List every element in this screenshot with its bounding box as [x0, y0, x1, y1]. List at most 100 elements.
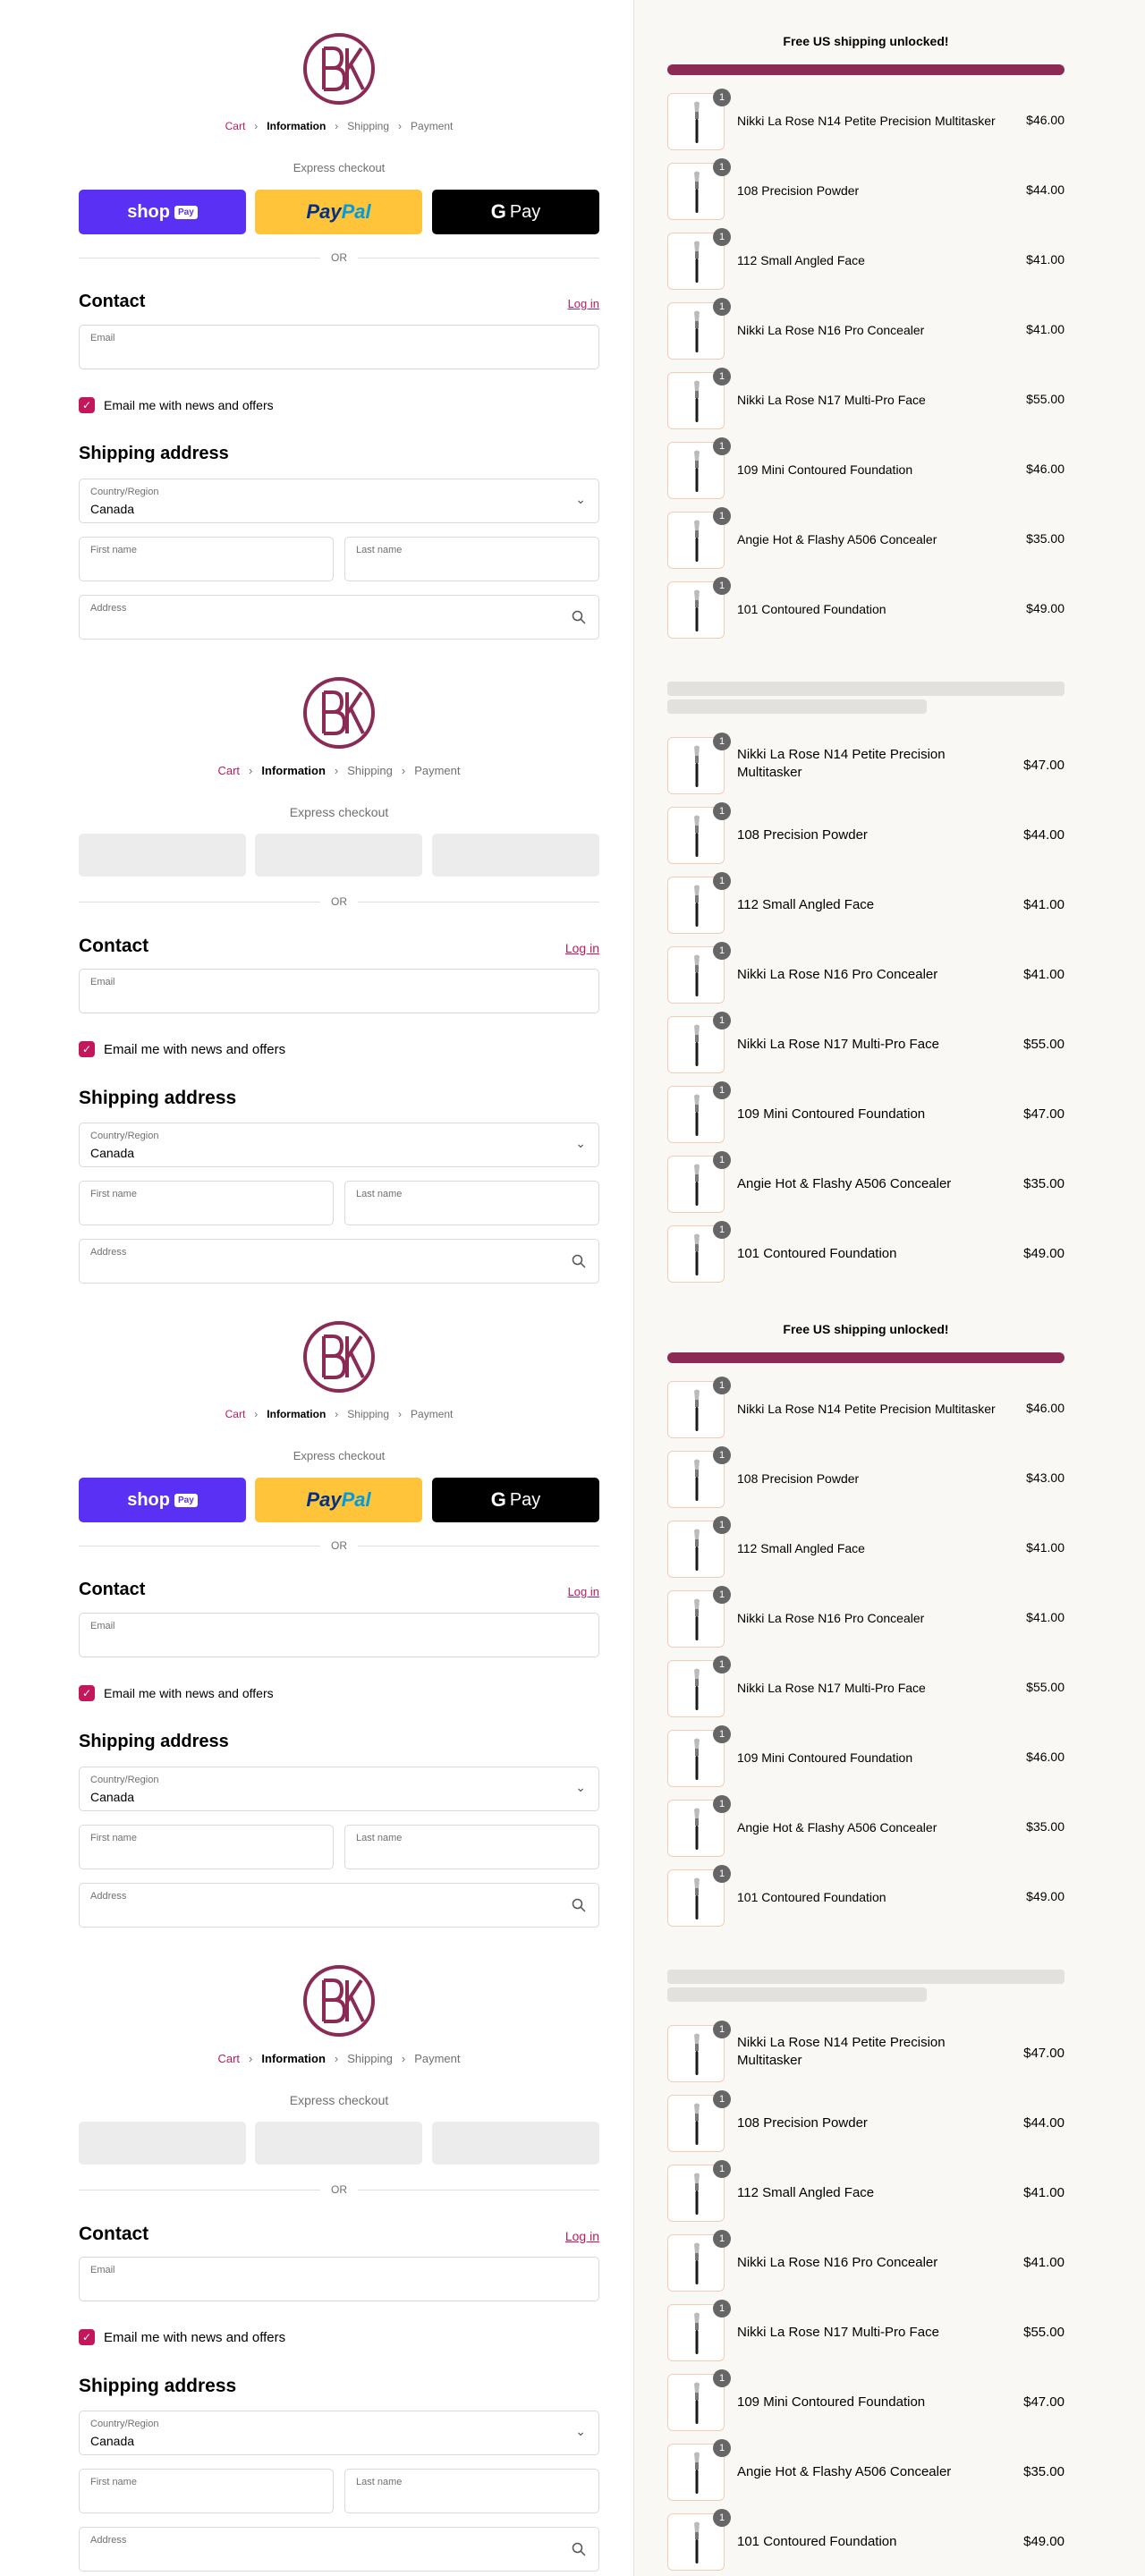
first-name-field[interactable]: First name [79, 537, 334, 581]
google-pay-button[interactable]: G Pay [432, 1478, 599, 1522]
search-icon[interactable] [572, 1898, 586, 1912]
breadcrumb-cart[interactable]: Cart [217, 2052, 240, 2065]
search-icon[interactable] [572, 2542, 586, 2556]
breadcrumb-cart[interactable]: Cart [225, 1408, 246, 1420]
newsletter-checkbox-row[interactable]: ✓ Email me with news and offers [79, 1685, 274, 1701]
product-name: Nikki La Rose N17 Multi-Pro Face [737, 1037, 939, 1052]
address-field[interactable]: Address [79, 1883, 599, 1928]
line-item: 1 109 Mini Contoured Foundation $47.00 [667, 2369, 1064, 2431]
line-item: 1 101 Contoured Foundation $49.00 [667, 1221, 1064, 1283]
country-select[interactable]: Country/Region Canada ⌄ [79, 1123, 599, 1167]
email-label: Email [90, 977, 115, 987]
product-thumbnail: 1 [667, 1586, 731, 1648]
email-field[interactable]: Email [79, 1613, 599, 1657]
paypal-button[interactable]: Pay Pal [255, 190, 422, 234]
quantity-badge: 1 [713, 1516, 731, 1534]
makeup-brush-icon [694, 1024, 700, 1066]
newsletter-checkbox-row[interactable]: ✓ Email me with news and offers [79, 397, 274, 413]
checkbox-checked-icon[interactable]: ✓ [79, 1041, 95, 1057]
makeup-brush-icon [694, 1738, 700, 1780]
product-name: 101 Contoured Foundation [737, 602, 886, 616]
shop-pay-button[interactable]: shop Pay [79, 1478, 246, 1522]
product-price: $41.00 [1026, 322, 1064, 336]
paypal-button[interactable]: Pay Pal [255, 1478, 422, 1522]
or-divider: OR [79, 251, 599, 264]
first-name-field[interactable]: First name [79, 2469, 334, 2513]
newsletter-checkbox-row[interactable]: ✓ Email me with news and offers [79, 2329, 285, 2345]
product-name: 101 Contoured Foundation [737, 2534, 897, 2549]
line-item: 1 Nikki La Rose N14 Petite Precision Mul… [667, 89, 1064, 150]
loading-placeholder [667, 1970, 1064, 1984]
bk-logo [303, 677, 375, 749]
shop-pay-badge: Pay [174, 205, 198, 219]
order-summary: 1 Nikki La Rose N14 Petite Precision Mul… [667, 644, 1064, 1288]
line-item: 1 Nikki La Rose N17 Multi-Pro Face $55.0… [667, 1012, 1064, 1073]
address-label: Address [90, 1891, 127, 1902]
line-item: 1 Nikki La Rose N17 Multi-Pro Face $55.0… [667, 2300, 1064, 2361]
first-name-label: First name [90, 545, 137, 555]
breadcrumb-cart[interactable]: Cart [225, 120, 246, 132]
first-name-field[interactable]: First name [79, 1825, 334, 1869]
shop-pay-button[interactable]: shop Pay [79, 190, 246, 234]
checkbox-checked-icon[interactable]: ✓ [79, 397, 95, 413]
contact-heading: Contact [79, 292, 146, 311]
log-in-link[interactable]: Log in [565, 2229, 599, 2243]
line-item: 1 Nikki La Rose N17 Multi-Pro Face $55.0… [667, 1656, 1064, 1717]
product-price: $41.00 [1023, 897, 1064, 912]
checkbox-checked-icon[interactable]: ✓ [79, 1685, 95, 1701]
quantity-badge: 1 [713, 228, 731, 246]
last-name-field[interactable]: Last name [344, 1181, 599, 1225]
country-select[interactable]: Country/Region Canada ⌄ [79, 2411, 599, 2455]
google-pay-button[interactable]: G Pay [432, 190, 599, 234]
email-label: Email [90, 1621, 115, 1631]
product-name: Nikki La Rose N17 Multi-Pro Face [737, 393, 926, 407]
makeup-brush-icon [694, 954, 700, 996]
shipping-address-heading: Shipping address [79, 2376, 237, 2396]
product-price: $47.00 [1023, 2394, 1064, 2410]
chevron-right-icon: › [398, 1408, 403, 1420]
breadcrumb-cart[interactable]: Cart [217, 764, 240, 777]
search-icon[interactable] [572, 610, 586, 624]
product-name: 108 Precision Powder [737, 183, 860, 198]
loading-placeholder [667, 682, 1064, 696]
country-select[interactable]: Country/Region Canada ⌄ [79, 1767, 599, 1811]
search-icon[interactable] [572, 1254, 586, 1268]
makeup-brush-icon [694, 2242, 700, 2284]
first-name-field[interactable]: First name [79, 1181, 334, 1225]
makeup-brush-icon [694, 1164, 700, 1206]
last-name-field[interactable]: Last name [344, 537, 599, 581]
quantity-badge: 1 [713, 577, 731, 595]
log-in-link[interactable]: Log in [565, 941, 599, 955]
address-field[interactable]: Address [79, 2527, 599, 2572]
log-in-link[interactable]: Log in [568, 297, 599, 310]
newsletter-checkbox-row[interactable]: ✓ Email me with news and offers [79, 1041, 285, 1057]
address-field[interactable]: Address [79, 595, 599, 640]
quantity-badge: 1 [713, 368, 731, 386]
product-price: $41.00 [1023, 967, 1064, 982]
breadcrumb-payment: Payment [411, 120, 454, 132]
last-name-label: Last name [356, 1833, 403, 1843]
product-name: 101 Contoured Foundation [737, 1246, 897, 1261]
makeup-brush-icon [694, 1459, 700, 1501]
line-item: 1 Angie Hot & Flashy A506 Concealer $35.… [667, 2439, 1064, 2501]
product-thumbnail: 1 [667, 368, 731, 429]
email-field[interactable]: Email [79, 2257, 599, 2301]
country-select[interactable]: Country/Region Canada ⌄ [79, 479, 599, 523]
product-name: 108 Precision Powder [737, 827, 868, 843]
express-checkout-title: Express checkout [293, 1449, 386, 1462]
product-thumbnail: 1 [667, 2369, 731, 2431]
log-in-link[interactable]: Log in [568, 1585, 599, 1598]
quantity-badge: 1 [713, 2439, 731, 2457]
order-summary: Free US shipping unlocked! 1 Nikki La Ro… [667, 0, 1064, 644]
checkbox-checked-icon[interactable]: ✓ [79, 2329, 95, 2345]
last-name-field[interactable]: Last name [344, 2469, 599, 2513]
chevron-down-icon: ⌄ [575, 1136, 586, 1150]
last-name-field[interactable]: Last name [344, 1825, 599, 1869]
address-field[interactable]: Address [79, 1239, 599, 1284]
quantity-badge: 1 [713, 507, 731, 525]
product-name: Angie Hot & Flashy A506 Concealer [737, 2464, 952, 2479]
line-item: 1 112 Small Angled Face $41.00 [667, 2160, 1064, 2222]
order-summary: 1 Nikki La Rose N14 Petite Precision Mul… [667, 1932, 1064, 2576]
email-field[interactable]: Email [79, 969, 599, 1013]
email-field[interactable]: Email [79, 325, 599, 369]
